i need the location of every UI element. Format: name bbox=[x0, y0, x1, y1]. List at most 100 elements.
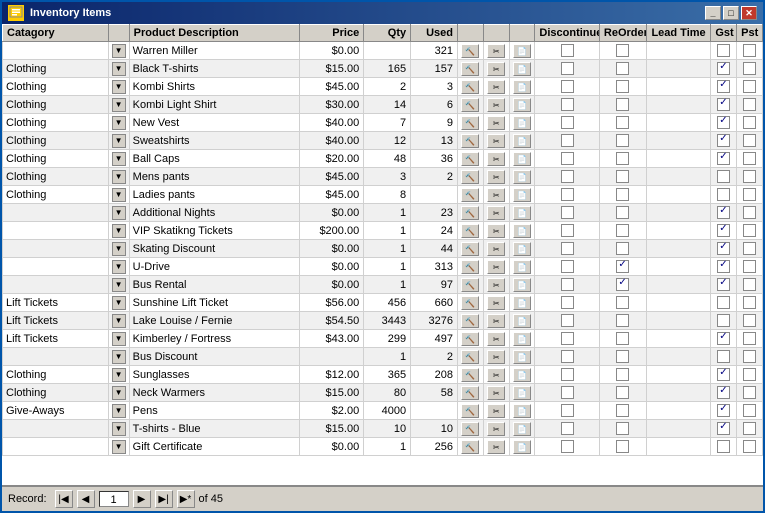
cut-icon[interactable]: ✂ bbox=[487, 170, 505, 184]
reorder-checkbox[interactable] bbox=[616, 224, 629, 237]
cell-dropdown[interactable]: ▼ bbox=[108, 330, 129, 348]
cell-icon-2[interactable]: 📄 bbox=[509, 438, 535, 456]
cell-icon-0[interactable]: 🔨 bbox=[458, 240, 484, 258]
cell-reorder[interactable] bbox=[599, 438, 646, 456]
cell-icon-0[interactable]: 🔨 bbox=[458, 294, 484, 312]
cell-icon-0[interactable]: 🔨 bbox=[458, 348, 484, 366]
cell-pst[interactable] bbox=[737, 132, 763, 150]
cell-reorder[interactable] bbox=[599, 42, 646, 60]
gst-checkbox[interactable] bbox=[717, 260, 730, 273]
edit-icon[interactable]: 🔨 bbox=[461, 206, 479, 220]
cell-pst[interactable] bbox=[737, 96, 763, 114]
discontinued-checkbox[interactable] bbox=[561, 368, 574, 381]
cell-pst[interactable] bbox=[737, 258, 763, 276]
discontinued-checkbox[interactable] bbox=[561, 242, 574, 255]
cell-icon-1[interactable]: ✂ bbox=[483, 384, 509, 402]
reorder-checkbox[interactable] bbox=[616, 98, 629, 111]
cell-icon-0[interactable]: 🔨 bbox=[458, 96, 484, 114]
pst-checkbox[interactable] bbox=[743, 188, 756, 201]
edit-icon[interactable]: 🔨 bbox=[461, 134, 479, 148]
discontinued-checkbox[interactable] bbox=[561, 350, 574, 363]
cell-reorder[interactable] bbox=[599, 312, 646, 330]
copy-icon[interactable]: 📄 bbox=[513, 350, 531, 364]
reorder-checkbox[interactable] bbox=[616, 278, 629, 291]
edit-icon[interactable]: 🔨 bbox=[461, 260, 479, 274]
dropdown-button[interactable]: ▼ bbox=[112, 350, 126, 364]
cell-discontinued[interactable] bbox=[535, 114, 600, 132]
cell-icon-1[interactable]: ✂ bbox=[483, 258, 509, 276]
cell-dropdown[interactable]: ▼ bbox=[108, 186, 129, 204]
pst-checkbox[interactable] bbox=[743, 422, 756, 435]
copy-icon[interactable]: 📄 bbox=[513, 260, 531, 274]
copy-icon[interactable]: 📄 bbox=[513, 422, 531, 436]
pst-checkbox[interactable] bbox=[743, 242, 756, 255]
cell-icon-1[interactable]: ✂ bbox=[483, 168, 509, 186]
cell-reorder[interactable] bbox=[599, 78, 646, 96]
cell-icon-0[interactable]: 🔨 bbox=[458, 222, 484, 240]
last-record-button[interactable]: ▶| bbox=[155, 490, 173, 508]
cell-reorder[interactable] bbox=[599, 204, 646, 222]
cell-reorder[interactable] bbox=[599, 402, 646, 420]
dropdown-button[interactable]: ▼ bbox=[112, 386, 126, 400]
pst-checkbox[interactable] bbox=[743, 350, 756, 363]
pst-checkbox[interactable] bbox=[743, 44, 756, 57]
cell-gst[interactable] bbox=[711, 96, 737, 114]
cell-icon-2[interactable]: 📄 bbox=[509, 384, 535, 402]
edit-icon[interactable]: 🔨 bbox=[461, 44, 479, 58]
gst-checkbox[interactable] bbox=[717, 440, 730, 453]
cell-icon-1[interactable]: ✂ bbox=[483, 204, 509, 222]
cell-reorder[interactable] bbox=[599, 366, 646, 384]
cell-icon-0[interactable]: 🔨 bbox=[458, 168, 484, 186]
cell-gst[interactable] bbox=[711, 258, 737, 276]
cell-reorder[interactable] bbox=[599, 186, 646, 204]
cell-gst[interactable] bbox=[711, 402, 737, 420]
dropdown-button[interactable]: ▼ bbox=[112, 188, 126, 202]
cell-icon-1[interactable]: ✂ bbox=[483, 420, 509, 438]
discontinued-checkbox[interactable] bbox=[561, 296, 574, 309]
cell-icon-2[interactable]: 📄 bbox=[509, 132, 535, 150]
dropdown-button[interactable]: ▼ bbox=[112, 152, 126, 166]
cell-icon-2[interactable]: 📄 bbox=[509, 96, 535, 114]
cell-icon-0[interactable]: 🔨 bbox=[458, 258, 484, 276]
cell-pst[interactable] bbox=[737, 330, 763, 348]
discontinued-checkbox[interactable] bbox=[561, 278, 574, 291]
gst-checkbox[interactable] bbox=[717, 44, 730, 57]
cell-icon-2[interactable]: 📄 bbox=[509, 240, 535, 258]
cell-discontinued[interactable] bbox=[535, 348, 600, 366]
cut-icon[interactable]: ✂ bbox=[487, 260, 505, 274]
edit-icon[interactable]: 🔨 bbox=[461, 170, 479, 184]
cell-icon-0[interactable]: 🔨 bbox=[458, 132, 484, 150]
cell-icon-0[interactable]: 🔨 bbox=[458, 204, 484, 222]
pst-checkbox[interactable] bbox=[743, 404, 756, 417]
pst-checkbox[interactable] bbox=[743, 278, 756, 291]
reorder-checkbox[interactable] bbox=[616, 242, 629, 255]
cell-icon-0[interactable]: 🔨 bbox=[458, 42, 484, 60]
cell-discontinued[interactable] bbox=[535, 96, 600, 114]
cell-gst[interactable] bbox=[711, 438, 737, 456]
minimize-button[interactable]: _ bbox=[705, 6, 721, 20]
table-container[interactable]: Catagory Product Description Price Qty U… bbox=[2, 24, 763, 485]
dropdown-button[interactable]: ▼ bbox=[112, 98, 126, 112]
cell-pst[interactable] bbox=[737, 60, 763, 78]
gst-checkbox[interactable] bbox=[717, 422, 730, 435]
pst-checkbox[interactable] bbox=[743, 170, 756, 183]
cell-icon-2[interactable]: 📄 bbox=[509, 294, 535, 312]
discontinued-checkbox[interactable] bbox=[561, 62, 574, 75]
cell-icon-2[interactable]: 📄 bbox=[509, 168, 535, 186]
discontinued-checkbox[interactable] bbox=[561, 44, 574, 57]
cell-pst[interactable] bbox=[737, 348, 763, 366]
cell-icon-1[interactable]: ✂ bbox=[483, 438, 509, 456]
reorder-checkbox[interactable] bbox=[616, 368, 629, 381]
gst-checkbox[interactable] bbox=[717, 386, 730, 399]
copy-icon[interactable]: 📄 bbox=[513, 80, 531, 94]
cell-discontinued[interactable] bbox=[535, 384, 600, 402]
dropdown-button[interactable]: ▼ bbox=[112, 314, 126, 328]
pst-checkbox[interactable] bbox=[743, 368, 756, 381]
discontinued-checkbox[interactable] bbox=[561, 80, 574, 93]
reorder-checkbox[interactable] bbox=[616, 80, 629, 93]
copy-icon[interactable]: 📄 bbox=[513, 242, 531, 256]
cut-icon[interactable]: ✂ bbox=[487, 152, 505, 166]
cell-dropdown[interactable]: ▼ bbox=[108, 402, 129, 420]
cell-icon-2[interactable]: 📄 bbox=[509, 276, 535, 294]
cell-icon-1[interactable]: ✂ bbox=[483, 132, 509, 150]
